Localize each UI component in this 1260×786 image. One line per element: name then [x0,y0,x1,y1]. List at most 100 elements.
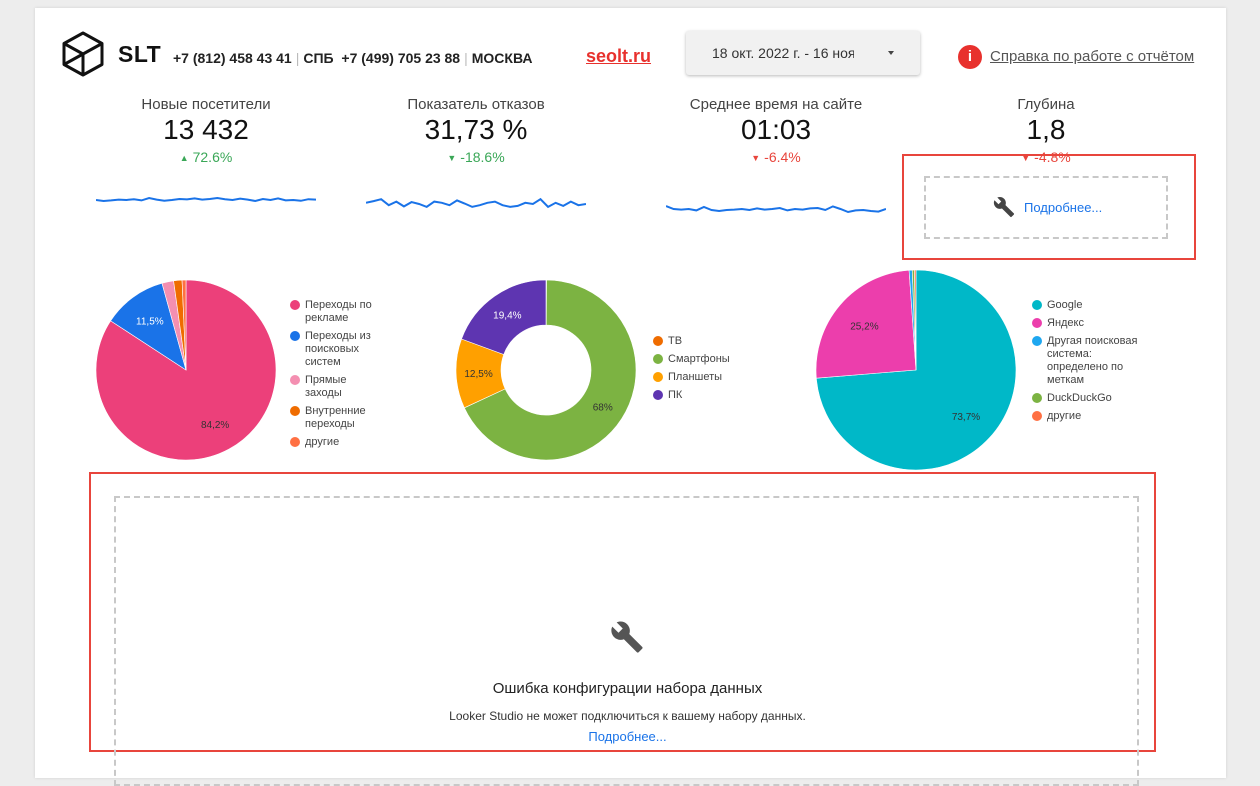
scorecard-delta: ▼ -6.4% [646,149,906,165]
legend-swatch [290,375,300,385]
date-range-picker[interactable]: 18 окт. 2022 г. - 16 ноя. 2022 г. [686,31,920,75]
scorecard-value: 31,73 % [424,114,528,145]
pie-chart-traffic-sources: 84,2% 11,5% [96,280,276,460]
legend-label: Google [1047,299,1083,311]
legend-item[interactable]: Прямые заходы [290,374,380,400]
legend-item[interactable]: Смартфоны [653,353,753,366]
legend-swatch [290,300,300,310]
slice-label: 84,2% [201,420,229,431]
legend-swatch [1032,336,1042,346]
legend-item[interactable]: Внутренние переходы [290,405,380,431]
donut-chart-devices: 68% 12,5% 19,4% [456,280,636,460]
legend-label: другие [305,436,340,448]
caret-down-icon [888,51,894,55]
brand-name: SLT [118,41,162,67]
slice-label: 19,4% [493,311,521,322]
sparkline [666,205,886,214]
legend-label: DuckDuckGo [1047,392,1112,404]
legend-swatch [1032,300,1042,310]
scorecard-value: 1,8 [1026,114,1066,145]
more-link[interactable]: Подробнее... [1024,200,1102,215]
scorecard-label: Новые посетители [141,96,271,113]
sparkline [96,196,316,203]
phone-moscow: +7 (499) 705 23 88 [341,50,461,66]
scorecard-label: Глубина [1017,96,1075,113]
legend-item[interactable]: DuckDuckGo [1032,392,1147,405]
info-icon[interactable]: i [958,45,982,69]
arrow-down-icon: ▼ [751,153,761,163]
legend-item[interactable]: Планшеты [653,371,753,384]
pie-chart-search-engines: 73,7% 25,2% [816,270,1016,470]
phone-spb: +7 (812) 458 43 41 [173,50,292,66]
legend-label: Планшеты [668,371,723,383]
legend-item[interactable]: Переходы из поисковых систем [290,330,380,369]
legend-swatch [653,372,663,382]
legend-search-engines: Google Яндекс Другая поисковая система: оп… [1032,299,1147,428]
slice-label: 12,5% [464,369,492,380]
sparkline-path [366,197,586,209]
logo-icon [62,31,104,77]
legend-item[interactable]: Переходы по рекламе [290,299,380,325]
scorecard-avg-time: Среднее время на сайте 01:03 ▼ -6.4% [646,96,906,165]
scorecard-value: 01:03 [740,114,812,145]
legend-label: Прямые заходы [305,374,347,399]
legend-label: Внутренние переходы [305,405,366,430]
error-message: Looker Studio не может подключиться к ва… [449,709,806,723]
legend-label: ТВ [668,335,683,347]
legend-item[interactable]: Яндекс [1032,317,1147,330]
scorecard-value: 13 432 [163,114,249,145]
legend-label: Яндекс [1047,317,1084,329]
widget-config-error-large: Ошибка конфигурации набора данных Looker… [114,496,1139,786]
delta-value: -6.4% [764,149,801,165]
legend-swatch [653,336,663,346]
legend-swatch [653,390,663,400]
scorecard-new-visitors: Новые посетители 13 432 ▲ 72.6% [76,96,336,165]
legend-label: Другая поисковая система: определено по … [1047,335,1138,386]
legend-item[interactable]: ТВ [653,335,753,348]
legend-swatch [290,437,300,447]
city-spb: СПБ [303,50,334,66]
legend-traffic-sources: Переходы по рекламе Переходы из поисковых… [290,299,380,454]
contact-phones: +7 (812) 458 43 41 | СПБ +7 (499) 705 23 8… [173,50,532,66]
legend-swatch [290,331,300,341]
legend-swatch [653,354,663,364]
more-link[interactable]: Подробнее... [588,729,666,744]
city-moscow: МОСКВА [471,50,533,66]
widget-config-error: Подробнее... [924,176,1168,239]
delta-value: -18.6% [460,149,505,165]
arrow-up-icon: ▲ [179,153,189,163]
separator: | [295,50,300,66]
legend-devices: ТВ Смартфоны Планшеты ПК [653,335,753,407]
legend-item[interactable]: другие [290,436,380,449]
legend-item[interactable]: ПК [653,389,753,402]
slice-label: 73,7% [952,412,980,423]
sparkline [366,197,586,209]
legend-swatch [1032,393,1042,403]
wrench-icon [993,197,1015,218]
legend-item[interactable]: Google [1032,299,1147,312]
help-link[interactable]: Справка по работе с отчётом [990,48,1194,65]
slice-label: 25,2% [850,322,878,333]
sparkline-path [666,205,886,214]
delta-value: 72.6% [192,149,233,165]
legend-swatch [1032,411,1042,421]
site-link[interactable]: seolt.ru [586,46,651,67]
legend-swatch [1032,318,1042,328]
legend-label: Переходы из поисковых систем [305,330,371,368]
scorecard-delta: ▼ -18.6% [346,149,606,165]
legend-swatch [290,406,300,416]
legend-item[interactable]: Другая поисковая система: определено по … [1032,335,1147,387]
error-more-row: Подробнее... [116,728,1139,746]
sparkline-path [96,196,316,203]
error-title: Ошибка конфигурации набора данных [492,680,763,697]
legend-label: другие [1047,410,1082,422]
legend-label: ПК [668,389,683,401]
date-range-value: 18 окт. 2022 г. - 16 ноя. 2022 г. [712,45,854,61]
slice-label: 68% [593,403,613,414]
scorecard-delta: ▲ 72.6% [76,149,336,165]
scorecard-label: Среднее время на сайте [689,96,863,113]
legend-label: Переходы по рекламе [305,299,372,324]
legend-label: Смартфоны [668,353,730,365]
scorecard-label: Показатель отказов [407,96,545,113]
legend-item[interactable]: другие [1032,410,1147,423]
